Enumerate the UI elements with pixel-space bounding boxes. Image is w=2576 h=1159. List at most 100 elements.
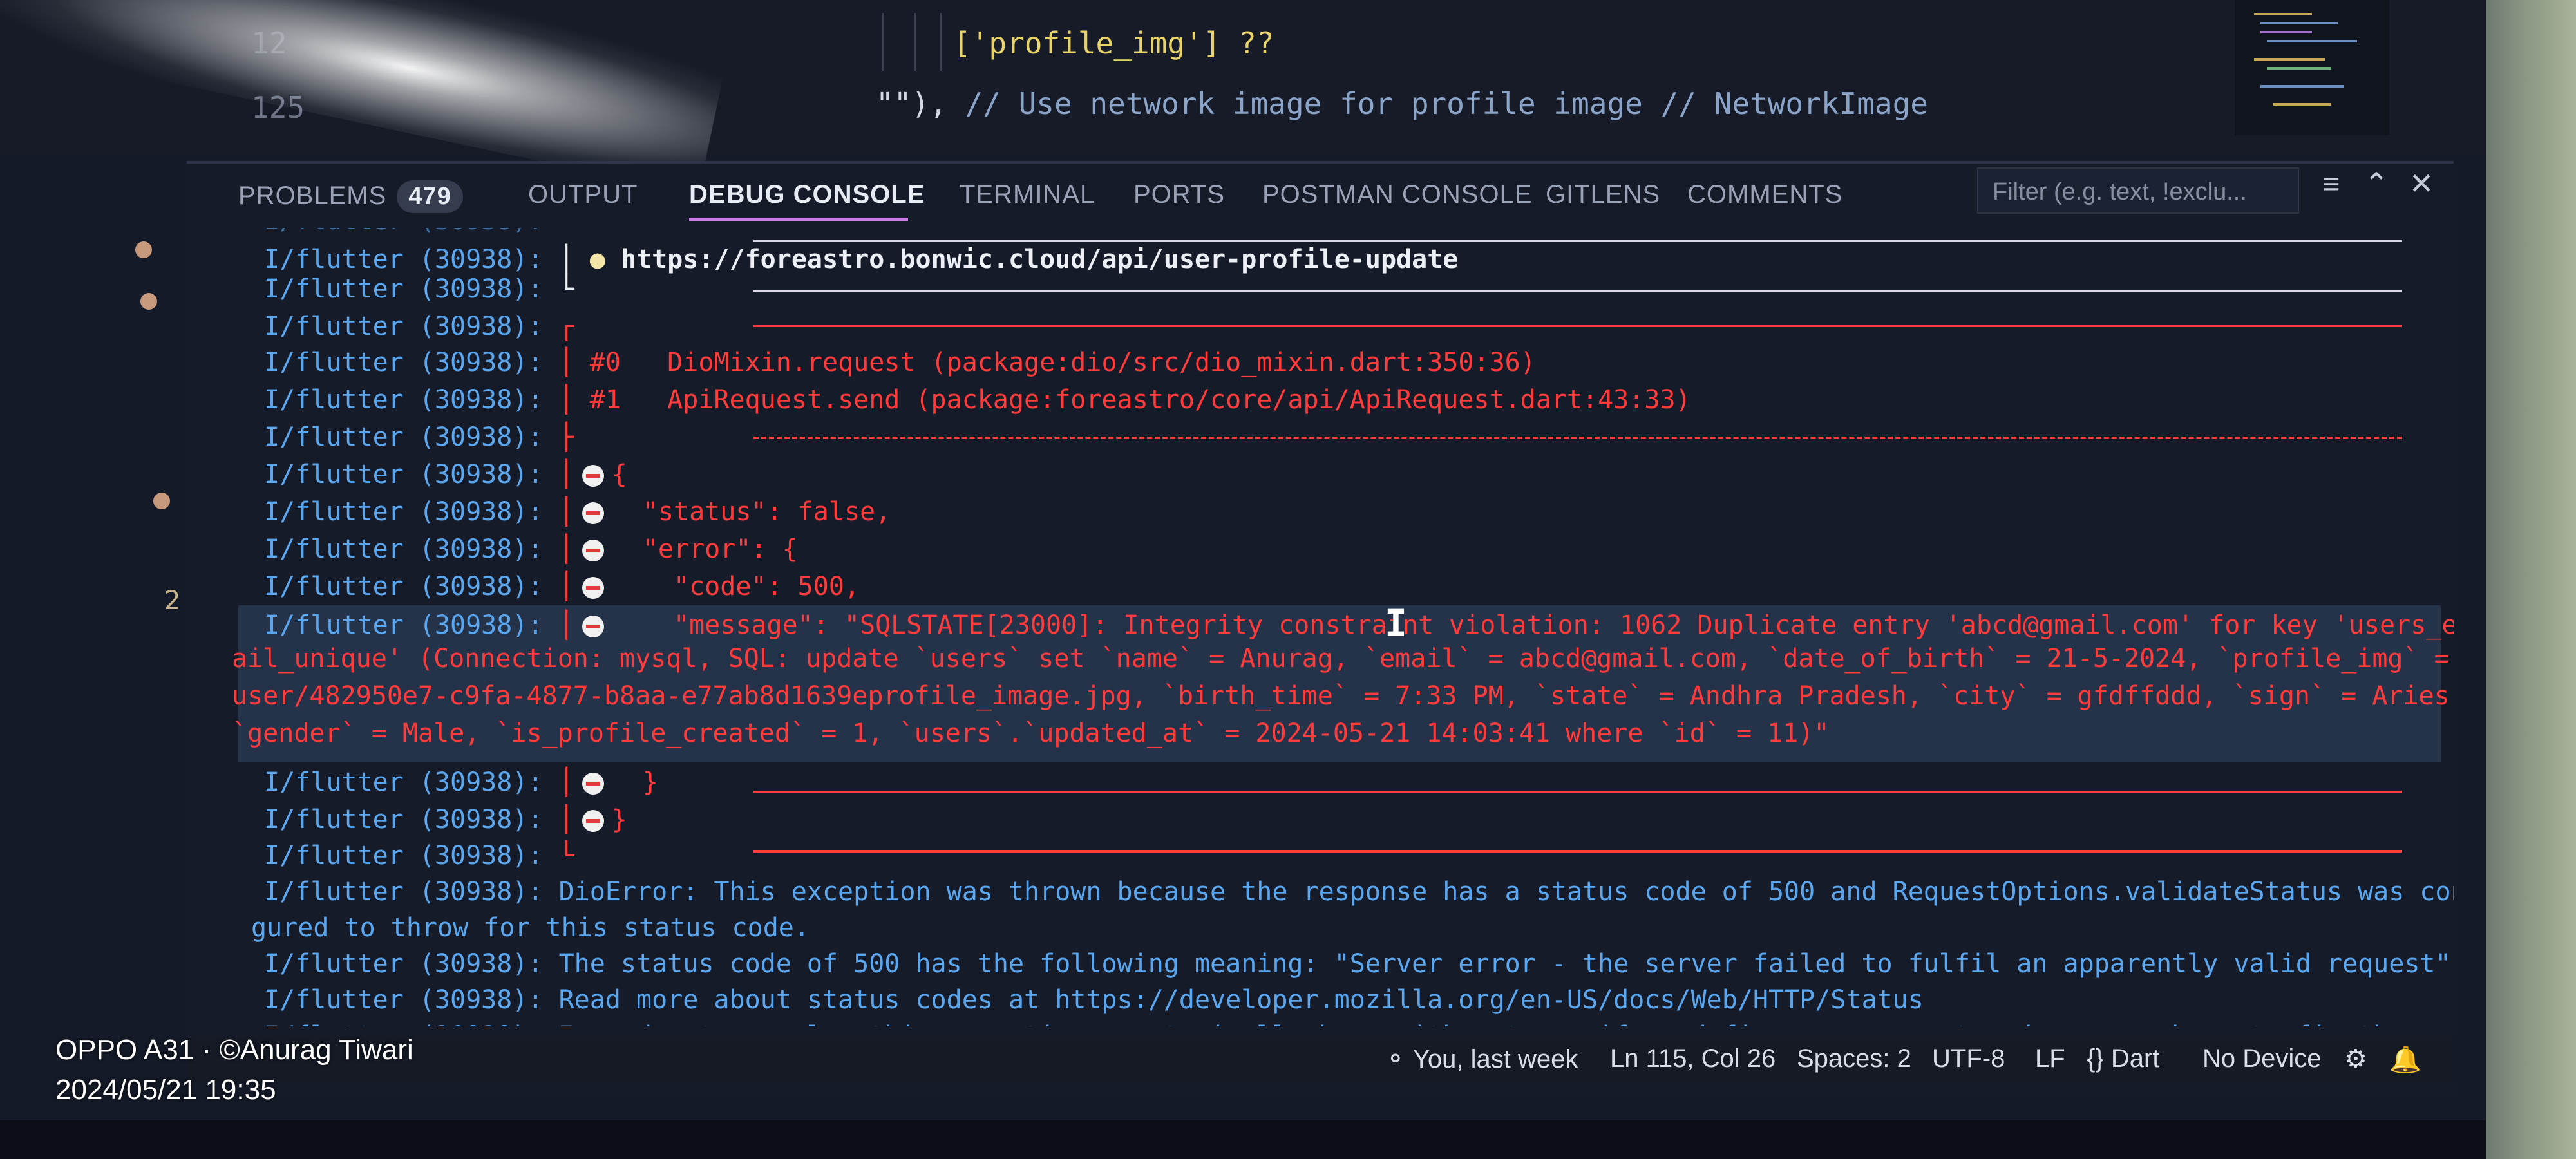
json-message-wrap: ail_unique' (Connection: mysql, SQL: upd… [232, 644, 2450, 674]
tab-comments[interactable]: COMMENTS [1687, 180, 1842, 209]
log-line: I/flutter (30938): │ "message": "SQLSTAT… [264, 607, 2454, 644]
sidebar-marker [140, 293, 157, 310]
photo-stage: 12 125 ['profile_img'] ?? ""), // Use ne… [0, 0, 2576, 1159]
log-prefix: I/flutter (30938): [264, 312, 544, 341]
eol-item[interactable]: LF [2035, 1044, 2065, 1073]
log-prefix: I/flutter (30938): [264, 534, 544, 564]
no-entry-icon [582, 502, 604, 524]
dio-error-text: DioError: This exception was thrown beca… [558, 877, 2454, 907]
git-blame-item[interactable]: ⚬ You, last week [1385, 1044, 1578, 1074]
json-message: "message": "SQLSTATE[23000]: Integrity c… [674, 610, 2454, 640]
log-line: I/flutter (30938): In order to resolve t… [264, 1017, 2454, 1026]
indent-guide [940, 13, 942, 71]
no-entry-icon [582, 577, 604, 599]
no-entry-icon [582, 616, 604, 637]
log-line: I/flutter (30938): DioError: This except… [264, 873, 2454, 910]
log-prefix: I/flutter (30938): [264, 1021, 543, 1026]
minimap[interactable] [2235, 0, 2389, 135]
code-token: ""), [876, 86, 965, 121]
status-bar: ⚬ You, last week Ln 115, Col 26 Spaces: … [187, 1037, 2454, 1082]
log-line: I/flutter (30938): ┌ [264, 312, 574, 341]
log-prefix: I/flutter (30938): [264, 497, 544, 527]
log-prefix: I/flutter (30938): [264, 877, 544, 907]
log-line: I/flutter (30938): The status code of 50… [264, 945, 2451, 983]
log-line: I/flutter (30938): │{ [264, 460, 627, 489]
tab-gitlens[interactable]: GITLENS [1546, 180, 1660, 209]
error-box-border [753, 850, 2402, 853]
tab-output[interactable]: OUTPUT [528, 180, 638, 209]
no-entry-icon [582, 465, 604, 487]
log-prefix: I/flutter (30938): [264, 985, 544, 1015]
json-text: { [611, 460, 627, 489]
tab-ports[interactable]: PORTS [1133, 180, 1225, 209]
log-line: gured to throw for this status code. [251, 909, 810, 947]
git-blame-label: You, last week [1412, 1045, 1578, 1073]
no-entry-icon [582, 540, 604, 561]
sidebar-badge: 2 [164, 586, 181, 616]
log-line: I/flutter (30938): │ "error": { [264, 534, 798, 564]
encoding-item[interactable]: UTF-8 [1932, 1044, 2005, 1073]
tab-label: PROBLEMS [238, 182, 387, 210]
tab-terminal[interactable]: TERMINAL [960, 180, 1095, 209]
vscode-window: 12 125 ['profile_img'] ?? ""), // Use ne… [0, 0, 2505, 1120]
chevron-up-icon[interactable]: ⌃ [2357, 166, 2396, 201]
stack-frame[interactable]: #0 DioMixin.request (package:dio/src/dio… [590, 348, 1536, 377]
resolve-text: In order to resolve this exception you t… [559, 1021, 2454, 1026]
line-number: 125 [251, 90, 305, 125]
log-prefix: I/flutter (30938): [264, 572, 544, 601]
log-prefix: I/flutter (30938): [264, 460, 544, 489]
tab-problems[interactable]: PROBLEMS 479 [238, 180, 463, 213]
request-url[interactable]: https://foreastro.bonwic.cloud/api/user-… [621, 245, 1458, 274]
close-icon[interactable]: ✕ [2402, 166, 2441, 201]
error-box-border [753, 791, 2402, 793]
log-prefix: I/flutter (30938): [264, 841, 544, 871]
log-prefix: I/flutter (30938): [264, 422, 544, 452]
notifications-bell-icon[interactable]: 🔔 [2389, 1044, 2421, 1075]
accounts-icon[interactable]: ⚙ [2344, 1044, 2367, 1074]
code-line: ['profile_img'] ?? [953, 26, 1274, 61]
no-entry-icon [582, 810, 604, 832]
log-prefix: I/flutter (30938): [264, 610, 544, 640]
sidebar-marker [153, 493, 170, 509]
device-item[interactable]: No Device [2202, 1044, 2322, 1073]
camera-watermark: OPPO A31 · ©Anurag Tiwari 2024/05/21 19:… [55, 1030, 413, 1110]
read-more-link[interactable]: Read more about status codes at https://… [559, 985, 1924, 1015]
error-box-border [753, 325, 2402, 327]
stack-frame[interactable]: #1 ApiRequest.send (package:foreastro/co… [590, 385, 1691, 415]
log-line: I/flutter (30938): └ [264, 841, 574, 871]
indent-guide [914, 13, 916, 71]
json-text: "code": 500, [674, 572, 860, 601]
console-filter-input[interactable]: Filter (e.g. text, !exclu... [1977, 167, 2299, 214]
tab-debug-console[interactable]: DEBUG CONSOLE [689, 180, 925, 209]
code-line: ""), // Use network image for profile im… [876, 86, 1928, 121]
debug-console-output[interactable]: I/flutter (30938): I/flutter (30938): │ … [187, 228, 2454, 1026]
panel-tabbar: PROBLEMS 479 OUTPUT DEBUG CONSOLE TERMINA… [187, 164, 2454, 228]
indentation-item[interactable]: Spaces: 2 [1797, 1044, 1911, 1073]
json-message-wrap: `gender` = Male, `is_profile_created` = … [232, 719, 1830, 748]
text-cursor-icon: I [1385, 601, 1407, 645]
tab-postman-console[interactable]: POSTMAN CONSOLE [1262, 180, 1533, 209]
error-box-divider [753, 437, 2402, 439]
line-number: 12 [251, 26, 287, 61]
code-editor[interactable]: 12 125 ['profile_img'] ?? ""), // Use ne… [0, 0, 2505, 195]
json-text: "error": { [642, 534, 798, 564]
log-line: I/flutter (30938): │ } [264, 768, 658, 797]
list-filter-icon[interactable]: ≡ [2312, 166, 2351, 201]
dio-error-wrap: gured to throw for this status code. [251, 913, 810, 943]
no-entry-icon [582, 773, 604, 795]
log-prefix: I/flutter (30938): [264, 348, 544, 377]
lightbulb-icon: ● [589, 245, 605, 274]
watermark-device: OPPO A31 · ©Anurag Tiwari [55, 1034, 413, 1066]
background-surface [2486, 0, 2576, 1159]
log-prefix: I/flutter (30938): [264, 228, 543, 236]
json-text: } [611, 805, 627, 834]
log-line: I/flutter (30938): [264, 228, 543, 240]
language-mode-item[interactable]: {} Dart [2087, 1044, 2159, 1073]
json-message-wrap: user/482950e7-c9fa-4877-b8aa-e77ab8d1639… [232, 681, 2454, 711]
log-prefix: I/flutter (30938): [264, 274, 544, 304]
log-prefix: I/flutter (30938): [264, 805, 544, 834]
log-line: I/flutter (30938): │ #1 ApiRequest.send … [264, 385, 1691, 415]
cursor-position-item[interactable]: Ln 115, Col 26 [1610, 1044, 1776, 1073]
code-comment: // Use network image for profile image /… [965, 86, 1928, 121]
problems-count-badge: 479 [397, 180, 463, 213]
